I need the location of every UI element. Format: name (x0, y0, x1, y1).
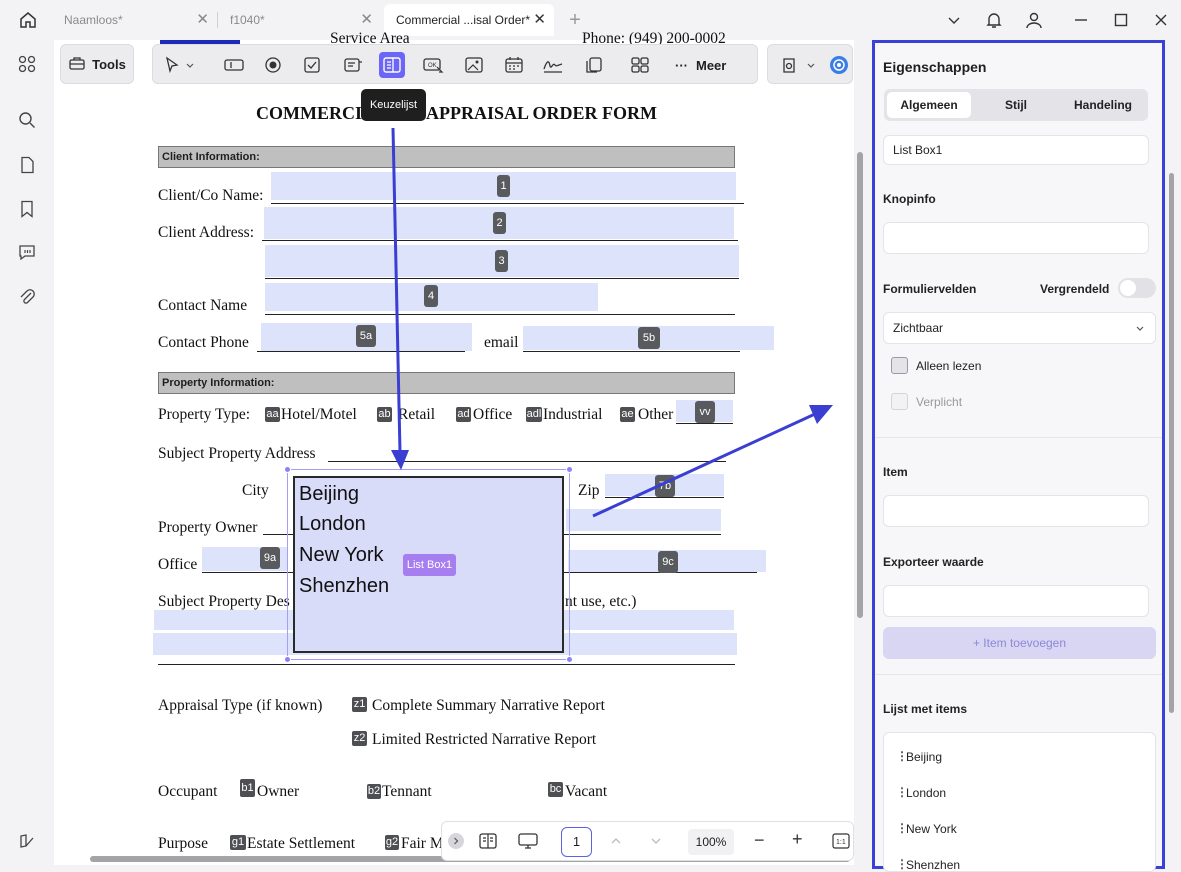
list-item-label: London (906, 786, 947, 800)
required-label: Verplicht (916, 395, 963, 409)
actual-size-icon[interactable]: 1:1 (832, 833, 850, 854)
duplicate-icon[interactable] (581, 52, 607, 78)
more-dots-icon: ··· (675, 57, 688, 73)
secondary-toolbar (767, 44, 853, 84)
chevron-down-icon[interactable] (183, 52, 197, 78)
panel-title: Eigenschappen (883, 59, 987, 75)
presentation-icon[interactable] (517, 832, 539, 855)
add-item-button[interactable]: + Item toevoegen (883, 627, 1156, 659)
tooltip: Keuzelijst (361, 89, 426, 121)
list-item[interactable]: ⋮ Beijing (884, 746, 1155, 768)
list-item[interactable]: ⋮ Shenzhen (884, 854, 1155, 872)
tab-stijl[interactable]: Stijl (974, 92, 1058, 118)
toolbox-icon (68, 54, 86, 75)
form-toolbar: OK ··· Meer (152, 44, 758, 84)
panel-scrollbar[interactable] (1169, 173, 1174, 713)
more-button[interactable]: ··· Meer (675, 53, 726, 77)
panel-tabs: Algemeen Stijl Handeling (884, 89, 1148, 121)
previous-page-icon[interactable] (609, 834, 623, 853)
ai-assistant-icon[interactable] (826, 52, 852, 78)
zoom-in-icon[interactable]: + (792, 829, 803, 850)
locked-toggle[interactable] (1118, 278, 1156, 298)
tools-button[interactable]: Tools (60, 44, 134, 84)
item-label: Item (883, 465, 908, 479)
form-recognize-icon[interactable] (776, 52, 802, 78)
page-number-input[interactable]: 1 (561, 827, 592, 857)
tab-handeling[interactable]: Handeling (1061, 92, 1145, 118)
divider (875, 674, 1162, 675)
chevron-down-icon[interactable] (804, 52, 818, 78)
bottom-navigation-bar: 1 100% − + 1:1 (441, 821, 854, 861)
date-field-icon[interactable] (501, 52, 527, 78)
locked-label: Vergrendeld (1040, 282, 1110, 296)
svg-text:1:1: 1:1 (836, 839, 846, 846)
checkbox-icon[interactable] (299, 52, 325, 78)
list-item-label: Beijing (906, 750, 943, 764)
tab-algemeen[interactable]: Algemeen (887, 92, 971, 118)
chevron-down-icon (1135, 314, 1145, 344)
item-list-label: Lijst met items (883, 702, 968, 716)
signature-icon[interactable] (540, 52, 566, 78)
form-fields-label: Formuliervelden (883, 282, 977, 296)
text-field-icon[interactable] (221, 52, 247, 78)
export-value-input[interactable] (883, 585, 1149, 617)
vertical-scrollbar[interactable] (857, 152, 863, 618)
required-checkbox[interactable] (891, 393, 908, 410)
zoom-out-icon[interactable]: − (754, 830, 765, 851)
combo-box-icon[interactable] (340, 52, 366, 78)
list-item-label: New York (906, 822, 957, 836)
list-item-label: Shenzhen (906, 858, 961, 872)
next-page-icon[interactable] (649, 834, 663, 853)
page-view-icon[interactable] (478, 832, 498, 855)
item-input[interactable] (883, 495, 1149, 527)
button-field-icon[interactable]: OK (420, 52, 446, 78)
image-field-icon[interactable] (461, 52, 487, 78)
align-icon[interactable] (627, 52, 653, 78)
readonly-checkbox[interactable] (891, 357, 908, 374)
tooltip-input[interactable] (883, 222, 1149, 254)
collapse-icon[interactable] (448, 833, 464, 849)
tools-label: Tools (92, 56, 126, 72)
name-input[interactable]: List Box1 (883, 135, 1149, 165)
visibility-value: Zichtbaar (893, 321, 944, 335)
more-label: Meer (696, 57, 727, 73)
zoom-level[interactable]: 100% (688, 829, 734, 855)
toggle-knob (1120, 280, 1136, 296)
list-box-tool-icon[interactable] (379, 52, 405, 78)
pointer-icon[interactable] (159, 52, 185, 78)
readonly-label: Alleen lezen (916, 359, 982, 373)
divider (875, 437, 1162, 438)
export-value-label: Exporteer waarde (883, 555, 984, 569)
item-list: ⋮ Beijing ⋮ London ⋮ New York ⋮ Shenzhen (883, 732, 1156, 872)
svg-text:OK: OK (428, 63, 437, 69)
list-item[interactable]: ⋮ London (884, 782, 1155, 804)
visibility-select[interactable]: Zichtbaar (883, 312, 1156, 344)
list-item[interactable]: ⋮ New York (884, 818, 1155, 840)
radio-button-icon[interactable] (260, 52, 286, 78)
tooltip-label: Knopinfo (883, 192, 936, 206)
properties-panel: Eigenschappen Algemeen Stijl Handeling L… (872, 40, 1174, 872)
